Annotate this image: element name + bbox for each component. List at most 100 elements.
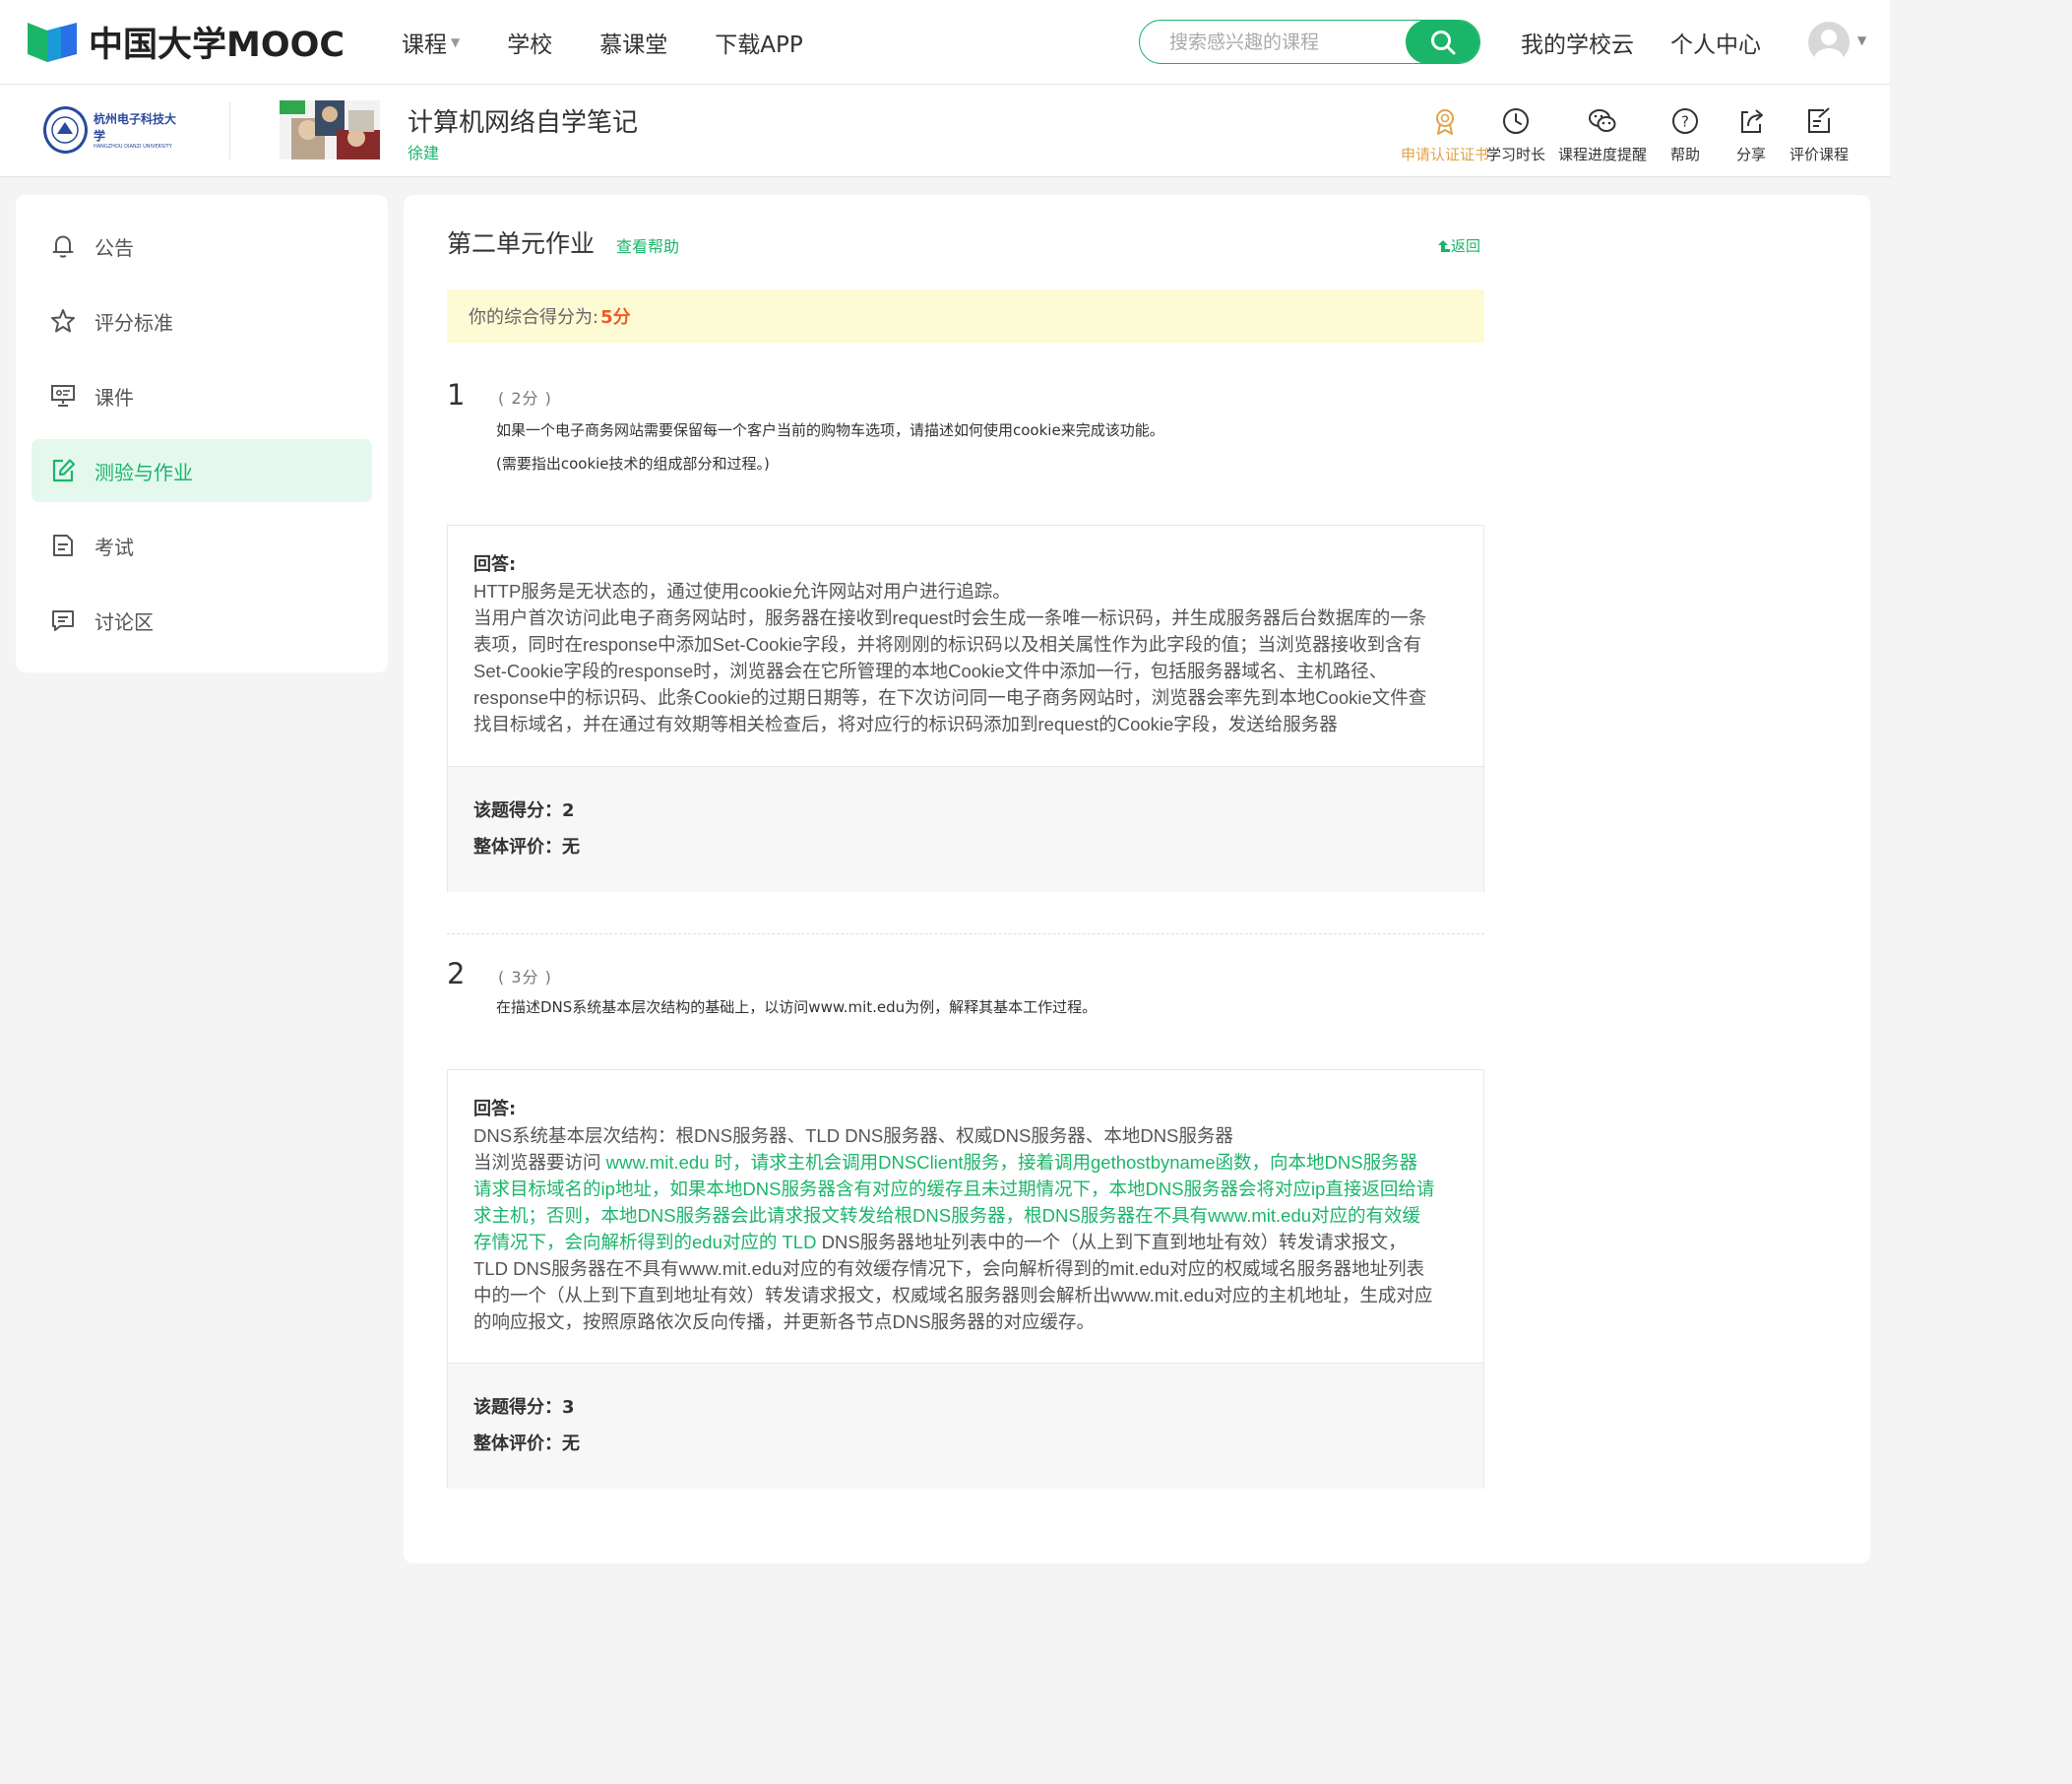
- question-text-line: (需要指出cookie技术的组成部分和过程。): [496, 455, 770, 473]
- answer-line: DNS系统基本层次结构：根DNS服务器、TLD DNS服务器、权威DNS服务器、…: [473, 1125, 1233, 1146]
- nav-item-label: 课程: [402, 32, 447, 58]
- help-icon: ?: [1672, 108, 1698, 134]
- personal-center-link[interactable]: 个人中心: [1670, 0, 1761, 85]
- question-number: 2: [447, 957, 466, 990]
- site-logo[interactable]: 中国大学MOOC: [26, 18, 345, 65]
- school-badge-icon: [43, 106, 88, 154]
- overall-comment: 整体评价：无: [473, 1434, 580, 1454]
- course-cover-image: [280, 100, 380, 159]
- question-text-line: 如果一个电子商务网站需要保留每一个客户当前的购物车选项，请描述如何使用cooki…: [496, 421, 1164, 439]
- chat-icon: [52, 610, 74, 631]
- school-emblem-icon: [51, 116, 80, 144]
- search-input[interactable]: [1140, 21, 1406, 63]
- answer-line: Set-Cookie字段的response时，浏览器会在它所管理的本地Cooki…: [473, 661, 1388, 681]
- review-course-button[interactable]: 评价课程: [1782, 85, 1856, 177]
- document-icon: [53, 535, 73, 556]
- question-text: 如果一个电子商务网站需要保留每一个客户当前的购物车选项，请描述如何使用cooki…: [496, 414, 1164, 480]
- clock-icon: [1503, 108, 1529, 134]
- nav-item-download-app[interactable]: 下载APP: [715, 26, 802, 59]
- avatar[interactable]: [1808, 22, 1850, 63]
- my-school-cloud-link[interactable]: 我的学校云: [1521, 0, 1634, 85]
- answer-card: 回答: HTTP服务是无状态的，通过使用cookie允许网站对用户进行追踪。 当…: [447, 525, 1484, 892]
- page-title: 第二单元作业: [447, 229, 596, 258]
- caret-down-icon: ▼: [451, 35, 461, 49]
- answer-line: 中的一个（从上到下直到地址有效）转发请求报文，权威域名服务器则会解析出www.m…: [473, 1285, 1433, 1306]
- top-navbar: 中国大学MOOC 课程 ▼ 学校 慕课堂 下载APP 我的学校云 个人中心: [0, 0, 1890, 85]
- question-text-line: 在描述DNS系统基本层次结构的基础上，以访问www.mit.edu为例，解释其基…: [496, 998, 1098, 1016]
- help-button[interactable]: ? 帮助: [1664, 85, 1707, 177]
- tool-label: 课程进度提醒: [1557, 146, 1647, 163]
- review-icon: [1808, 107, 1830, 133]
- sidebar-item-courseware[interactable]: 课件: [31, 364, 372, 427]
- nav-item-courses[interactable]: 课程 ▼: [402, 26, 460, 59]
- answer-line: TLD DNS服务器在不具有www.mit.edu对应的有效缓存情况下，会向解析…: [473, 1258, 1425, 1279]
- wechat-icon: [1589, 109, 1616, 132]
- question-points: ( 3分 ): [498, 968, 552, 987]
- sidebar-item-label: 评分标准: [94, 310, 173, 335]
- nav-item-schools[interactable]: 学校: [507, 26, 552, 59]
- share-icon: [1741, 109, 1763, 133]
- assignment-panel: 第二单元作业 查看帮助 返回 你的综合得分为: 5分 1 ( 2分 ) 如果一个…: [404, 195, 1870, 1563]
- svg-text:?: ?: [1681, 113, 1689, 131]
- sidebar-item-label: 考试: [94, 535, 134, 559]
- search-box: [1139, 20, 1480, 64]
- caret-down-icon[interactable]: ▼: [1857, 33, 1866, 47]
- course-sidebar: 公告 评分标准 课件 测验与作业 考试 讨论区: [16, 195, 388, 672]
- answer-line: 找目标域名，并在通过有效期等相关检查后，将对应行的标识码添加到request的C…: [473, 714, 1338, 734]
- mooc-logo-icon: [28, 23, 77, 62]
- presentation-icon: [51, 385, 75, 407]
- answer-text-highlight: 存情况下，会向解析得到的edu对应的 TLD: [473, 1232, 822, 1252]
- sidebar-item-exams[interactable]: 考试: [31, 514, 372, 577]
- study-time-button[interactable]: 学习时长: [1476, 85, 1555, 177]
- question-divider: [447, 933, 1484, 934]
- answer-line-highlight: 请求目标域名的ip地址，如果本地DNS服务器含有对应的缓存且未过期情况下，本地D…: [473, 1179, 1435, 1199]
- answer-line: response中的标识码、此条Cookie的过期日期等，在下次访问同一电子商务…: [473, 687, 1427, 708]
- sidebar-item-quizzes-homework[interactable]: 测验与作业: [31, 439, 372, 502]
- sidebar-item-discussion[interactable]: 讨论区: [31, 589, 372, 652]
- school-logo[interactable]: 杭州电子科技大学 HANGZHOU DIANZI UNIVERSITY: [43, 104, 181, 156]
- school-name-en: HANGZHOU DIANZI UNIVERSITY: [93, 144, 172, 150]
- main-nav: 课程 ▼ 学校 慕课堂 下载APP: [402, 0, 850, 85]
- nav-item-mooc-classroom[interactable]: 慕课堂: [599, 26, 667, 59]
- answer-line: 的响应报文，按照原路依次反向传播，并更新各节点DNS服务器的对应缓存。: [473, 1311, 1096, 1332]
- answer-label: 回答:: [473, 554, 517, 575]
- sidebar-item-label: 课件: [94, 385, 134, 410]
- answer-label: 回答:: [473, 1099, 517, 1119]
- progress-reminder-button[interactable]: 课程进度提醒: [1553, 85, 1652, 177]
- overall-comment: 整体评价：无: [473, 837, 580, 858]
- divider: [229, 102, 230, 159]
- evaluation-section: 该题得分：2 整体评价：无: [448, 766, 1483, 892]
- course-teacher-link[interactable]: 徐建: [408, 140, 439, 163]
- sidebar-item-announcements[interactable]: 公告: [31, 215, 372, 278]
- tool-label: 评价课程: [1789, 146, 1849, 163]
- sidebar-item-label: 测验与作业: [94, 460, 193, 484]
- answer-line: 当浏览器要访问 www.mit.edu 时，请求主机会调用DNSClient服务…: [473, 1149, 1458, 1176]
- answer-line: 表项，同时在response中添加Set-Cookie字段，并将刚刚的标识码以及…: [473, 634, 1422, 655]
- bell-icon: [52, 235, 74, 258]
- tool-label: 帮助: [1669, 146, 1700, 163]
- back-arrow-icon: [1438, 239, 1450, 252]
- nav-item-label: 学校: [507, 32, 553, 58]
- course-header: 杭州电子科技大学 HANGZHOU DIANZI UNIVERSITY 计算机网…: [0, 85, 1890, 177]
- evaluation-section: 该题得分：3 整体评价：无: [448, 1363, 1483, 1489]
- view-help-link[interactable]: 查看帮助: [616, 233, 679, 257]
- answer-text: 当浏览器要访问: [473, 1152, 606, 1173]
- sidebar-item-label: 讨论区: [94, 609, 154, 634]
- star-icon: [51, 309, 75, 333]
- question-score: 该题得分：3: [473, 1397, 575, 1418]
- share-button[interactable]: 分享: [1729, 85, 1773, 177]
- tool-label: 分享: [1735, 146, 1766, 163]
- answer-text-highlight: www.mit.edu 时，请求主机会调用DNSClient服务，接着调用get…: [605, 1152, 1418, 1173]
- back-link[interactable]: 返回: [1437, 235, 1480, 256]
- search-icon: [1431, 30, 1456, 54]
- search-button[interactable]: [1406, 21, 1479, 63]
- answer-line: 当用户首次访问此电子商务网站时，服务器在接收到request时会生成一条唯一标识…: [473, 607, 1427, 628]
- answer-line: HTTP服务是无状态的，通过使用cookie允许网站对用户进行追踪。: [473, 581, 1011, 602]
- edit-icon: [52, 459, 76, 482]
- question-text: 在描述DNS系统基本层次结构的基础上，以访问www.mit.edu为例，解释其基…: [496, 990, 1097, 1024]
- answer-body: 回答: HTTP服务是无状态的，通过使用cookie允许网站对用户进行追踪。 当…: [448, 526, 1483, 737]
- answer-text: DNS服务器地址列表中的一个（从上到下直到地址有效）转发请求报文，: [821, 1232, 1407, 1252]
- sidebar-item-grading-criteria[interactable]: 评分标准: [31, 289, 372, 352]
- course-thumbnail[interactable]: [280, 100, 380, 159]
- logo-text: 中国大学MOOC: [89, 25, 345, 65]
